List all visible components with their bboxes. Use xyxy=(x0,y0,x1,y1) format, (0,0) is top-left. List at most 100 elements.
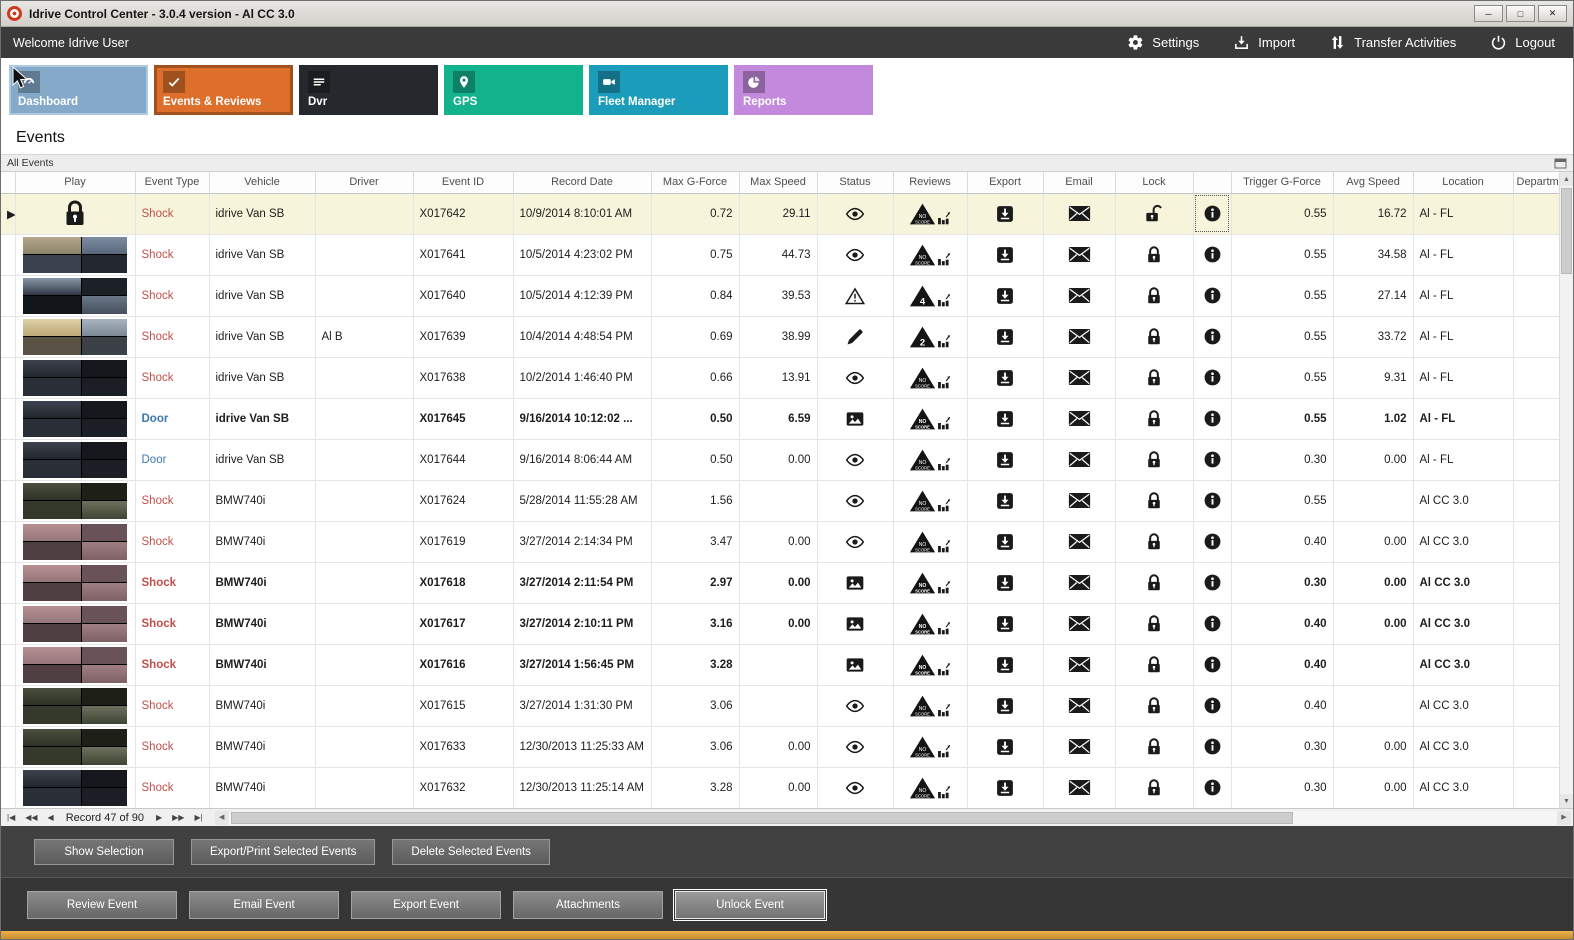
tile-reports[interactable]: Reports xyxy=(734,65,873,115)
email-cell[interactable] xyxy=(1043,316,1116,358)
play-cell[interactable] xyxy=(15,562,136,604)
tile-fleet[interactable]: Fleet Manager xyxy=(589,65,728,115)
export-cell[interactable] xyxy=(967,357,1044,399)
eye-icon[interactable] xyxy=(845,532,865,552)
email-cell[interactable] xyxy=(1043,767,1116,808)
scrollbar-track[interactable] xyxy=(1560,186,1573,794)
export-icon[interactable] xyxy=(995,532,1015,552)
play-cell[interactable] xyxy=(15,439,136,481)
status-cell[interactable] xyxy=(817,726,894,768)
stats-icon[interactable] xyxy=(937,210,951,226)
stats-icon[interactable] xyxy=(937,620,951,636)
column-header[interactable]: Max G-Force xyxy=(651,172,740,194)
tile-dashboard[interactable]: Dashboard xyxy=(9,65,148,115)
locked-icon[interactable] xyxy=(1144,286,1164,306)
status-cell[interactable] xyxy=(817,685,894,727)
info-icon[interactable] xyxy=(1203,409,1222,428)
reviews-cell[interactable]: 4 xyxy=(893,275,968,317)
info-icon[interactable] xyxy=(1203,327,1222,346)
table-row[interactable]: Shock idrive Van SB X017640 10/5/2014 4:12:… xyxy=(1,275,1562,317)
export-icon[interactable] xyxy=(995,737,1015,757)
info-icon[interactable] xyxy=(1203,778,1222,797)
info-icon[interactable] xyxy=(1203,368,1222,387)
eye-icon[interactable] xyxy=(845,368,865,388)
transfer-button[interactable]: Transfer Activities xyxy=(1329,34,1456,51)
info-icon[interactable] xyxy=(1203,655,1222,674)
email-icon[interactable] xyxy=(1068,492,1091,509)
import-button[interactable]: Import xyxy=(1233,34,1295,51)
locked-icon[interactable] xyxy=(1144,655,1164,675)
status-cell[interactable] xyxy=(817,275,894,317)
export-cell[interactable] xyxy=(967,316,1044,358)
image-icon[interactable] xyxy=(845,614,865,634)
export-cell[interactable] xyxy=(967,480,1044,522)
reviews-cell[interactable]: NO SCORE xyxy=(893,398,968,440)
play-cell[interactable] xyxy=(15,521,136,563)
play-cell[interactable] xyxy=(15,357,136,399)
export-icon[interactable] xyxy=(995,614,1015,634)
review-score-icon[interactable]: NO SCORE xyxy=(909,776,936,800)
logout-button[interactable]: Logout xyxy=(1490,34,1555,51)
stats-icon[interactable] xyxy=(937,661,951,677)
table-row[interactable]: Shock idrive Van SB X017641 10/5/2014 4:23:… xyxy=(1,234,1562,276)
export-icon[interactable] xyxy=(995,655,1015,675)
info-icon[interactable] xyxy=(1203,491,1222,510)
column-header[interactable] xyxy=(1193,172,1232,194)
reviews-cell[interactable]: NO SCORE xyxy=(893,521,968,563)
review-score-icon[interactable]: NO SCORE xyxy=(909,694,936,718)
info-cell[interactable] xyxy=(1193,644,1232,686)
column-header[interactable]: Record Date xyxy=(513,172,652,194)
email-cell[interactable] xyxy=(1043,357,1116,399)
export-cell[interactable] xyxy=(967,234,1044,276)
eye-icon[interactable] xyxy=(845,450,865,470)
play-cell[interactable] xyxy=(15,685,136,727)
first-record-button[interactable]: |◀ xyxy=(3,812,19,823)
export-cell[interactable] xyxy=(967,275,1044,317)
play-cell[interactable] xyxy=(15,644,136,686)
play-cell[interactable] xyxy=(15,398,136,440)
table-row[interactable]: ▶ Shock idrive Van SB X017642 10/9/2014 8:10… xyxy=(1,193,1562,235)
play-cell[interactable] xyxy=(15,480,136,522)
column-header[interactable]: Driver xyxy=(315,172,414,194)
scrollbar-track[interactable] xyxy=(228,810,1557,825)
info-cell[interactable] xyxy=(1193,234,1232,276)
status-cell[interactable] xyxy=(817,767,894,808)
column-header[interactable]: Vehicle xyxy=(209,172,316,194)
column-header[interactable]: Location xyxy=(1413,172,1514,194)
reviews-cell[interactable]: NO SCORE xyxy=(893,439,968,481)
export-icon[interactable] xyxy=(995,368,1015,388)
lock-cell[interactable] xyxy=(1115,193,1194,235)
scrollbar-thumb[interactable] xyxy=(230,811,1294,824)
vertical-scrollbar[interactable]: ▲ ▼ xyxy=(1559,172,1573,808)
email-cell[interactable] xyxy=(1043,603,1116,645)
lock-cell[interactable] xyxy=(1115,644,1194,686)
stats-icon[interactable] xyxy=(937,497,951,513)
table-row[interactable]: Shock BMW740i X017616 3/27/2014 1:56:45 PM 3… xyxy=(1,644,1562,686)
lock-cell[interactable] xyxy=(1115,439,1194,481)
review-score-icon[interactable]: NO SCORE xyxy=(909,530,936,554)
reviews-cell[interactable]: NO SCORE xyxy=(893,357,968,399)
table-row[interactable]: Door idrive Van SB X017645 9/16/2014 10:12:… xyxy=(1,398,1562,440)
email-cell[interactable] xyxy=(1043,521,1116,563)
stats-icon[interactable] xyxy=(937,538,951,554)
scroll-left-button[interactable]: ◀ xyxy=(214,810,229,825)
locked-icon[interactable] xyxy=(1144,737,1164,757)
reviews-cell[interactable]: NO SCORE xyxy=(893,480,968,522)
info-cell[interactable] xyxy=(1193,603,1232,645)
info-cell[interactable] xyxy=(1193,685,1232,727)
email-icon[interactable] xyxy=(1068,615,1091,632)
email-icon[interactable] xyxy=(1068,246,1091,263)
review-score-icon[interactable]: NO SCORE xyxy=(909,653,936,677)
lock-cell[interactable] xyxy=(1115,398,1194,440)
export-cell[interactable] xyxy=(967,562,1044,604)
maximize-grid-icon[interactable] xyxy=(1554,158,1567,169)
tile-dvr[interactable]: Dvr xyxy=(299,65,438,115)
info-icon[interactable] xyxy=(1203,696,1222,715)
play-cell[interactable] xyxy=(15,316,136,358)
minimize-button[interactable]: ─ xyxy=(1474,5,1503,22)
email-icon[interactable] xyxy=(1068,738,1091,755)
export-cell[interactable] xyxy=(967,439,1044,481)
scrollbar-thumb[interactable] xyxy=(1561,188,1572,274)
status-cell[interactable] xyxy=(817,603,894,645)
horizontal-scrollbar[interactable]: ◀ ▶ xyxy=(214,810,1571,825)
